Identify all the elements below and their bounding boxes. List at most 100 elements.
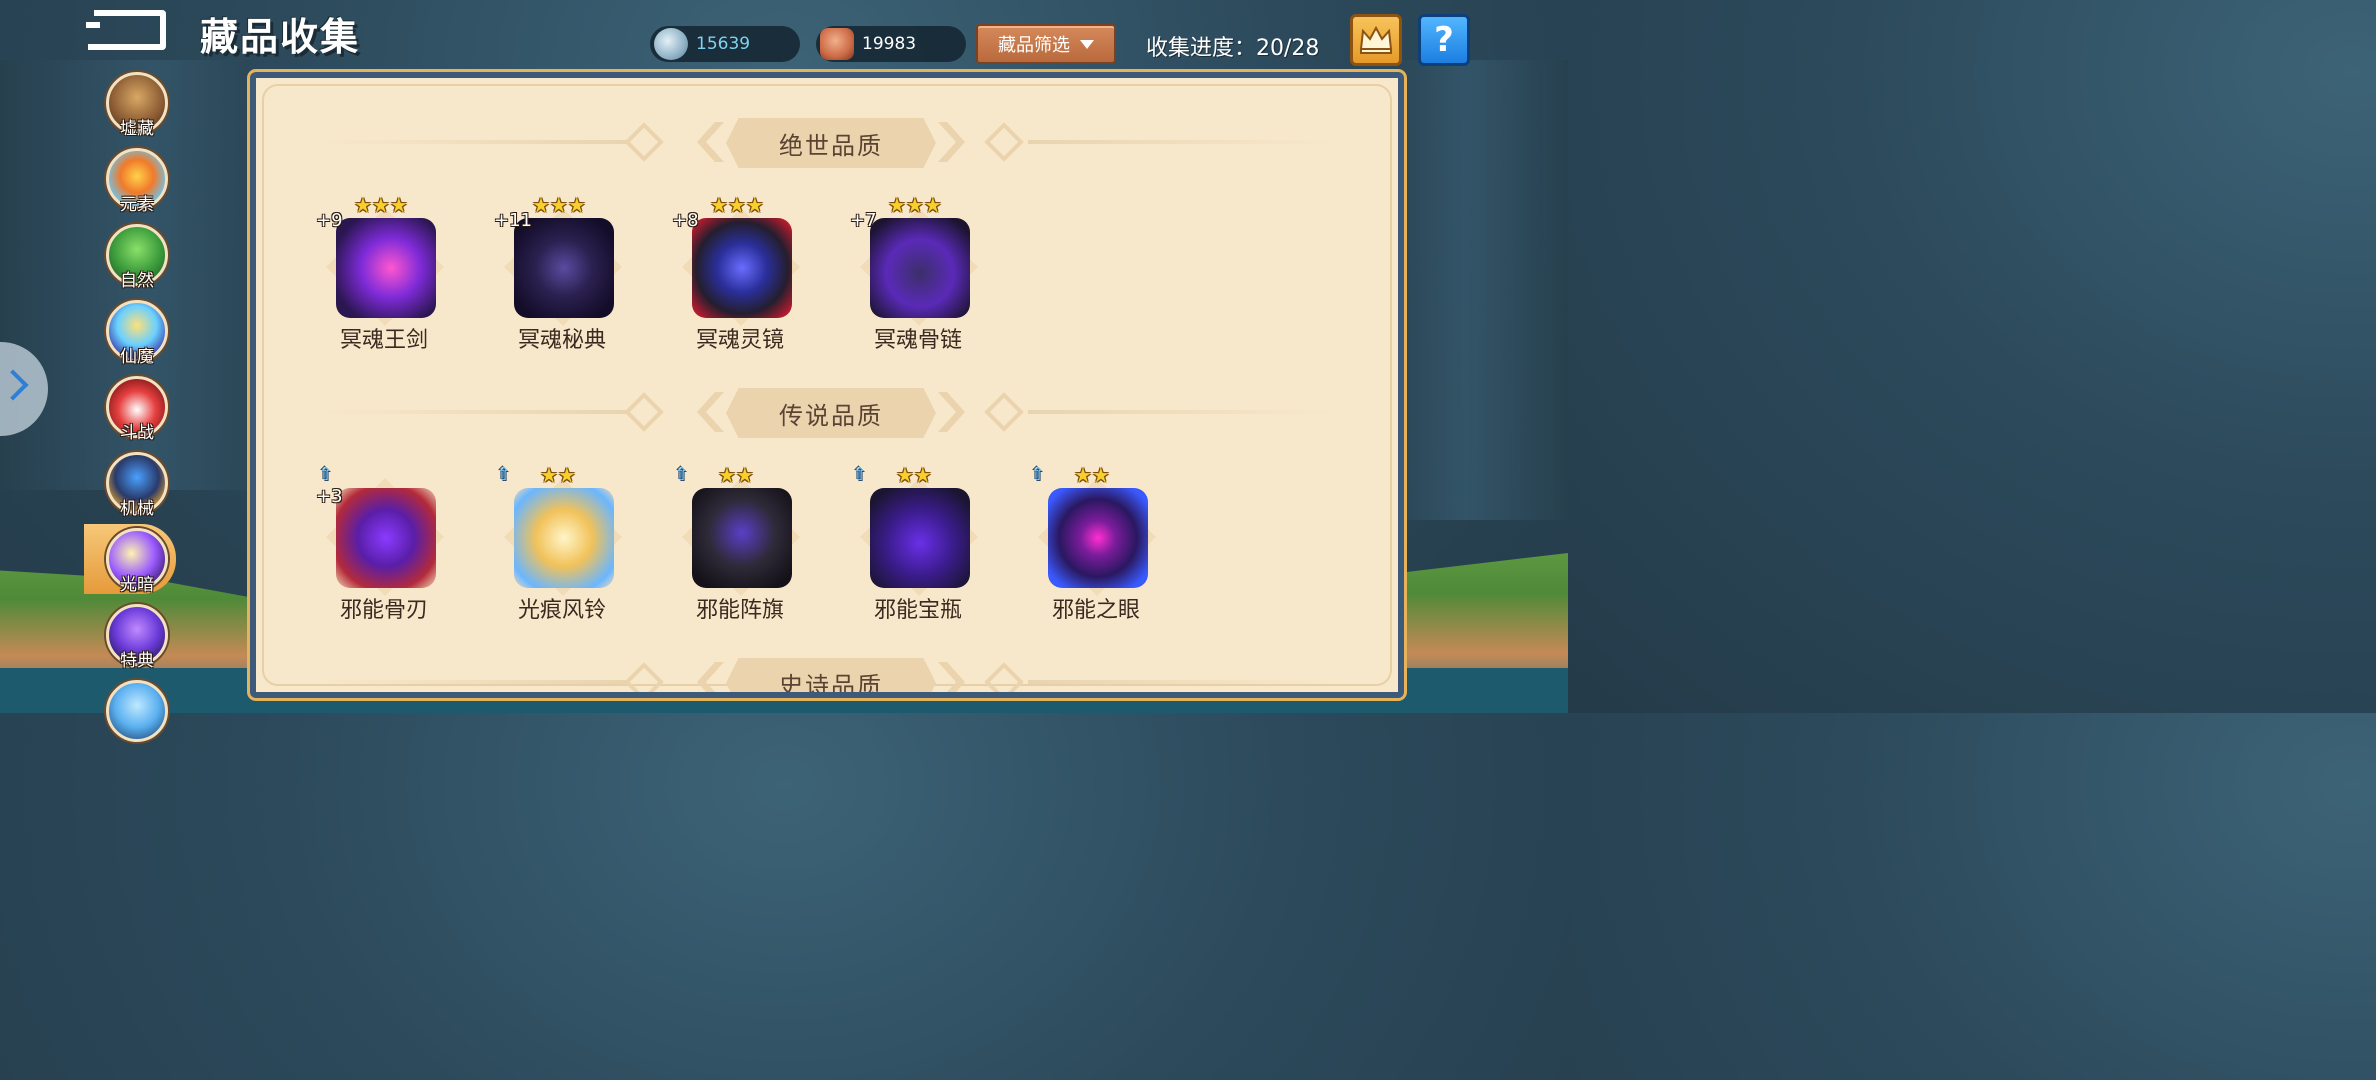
- gem-currency-value: 19983: [862, 34, 917, 54]
- category-tab-immortal-demon[interactable]: 仙魔: [106, 300, 168, 367]
- banner-icon: [692, 488, 792, 588]
- collection-item[interactable]: ⇧ +3 邪能骨刃: [314, 464, 454, 624]
- collection-item[interactable]: ⇧ ★★ 邪能宝瓶: [848, 464, 988, 624]
- star-rating: ★★: [1074, 463, 1110, 487]
- category-tab-mecha[interactable]: 机械: [106, 452, 168, 519]
- evil-eye-icon: [1048, 488, 1148, 588]
- mirror-icon: [692, 218, 792, 318]
- red-gem-icon: [820, 28, 854, 60]
- star-rating: ★★★: [354, 193, 408, 217]
- section-title: 史诗品质: [726, 658, 936, 692]
- item-name: 冥魂灵镜: [695, 328, 784, 353]
- category-label: 机械: [120, 499, 154, 519]
- chevron-left-ornament: [697, 392, 724, 432]
- item-level: +11: [494, 210, 532, 231]
- collection-filter-dropdown[interactable]: 藏品筛选: [976, 24, 1116, 64]
- category-label: 自然: [120, 271, 154, 291]
- item-level: +8: [672, 210, 699, 231]
- category-tab-special[interactable]: 特典: [106, 604, 168, 671]
- potion-icon: [106, 680, 168, 742]
- upgrade-arrow-icon: ⇧: [496, 464, 512, 485]
- section-header-legendary: 传说品质: [256, 384, 1398, 440]
- collection-panel[interactable]: 绝世品质 ★★★ +9 冥魂王剑 ★★★ +11 冥魂秘典 ★★★ +8 冥魂灵…: [247, 69, 1407, 701]
- star-rating: ★★: [540, 463, 576, 487]
- item-name: 邪能宝瓶: [873, 598, 962, 623]
- divider-line: [316, 140, 626, 144]
- chevron-down-icon: [1080, 39, 1094, 49]
- collection-item[interactable]: ★★★ +7 冥魂骨链: [848, 194, 988, 354]
- item-level: +9: [316, 210, 343, 231]
- bone-blade-icon: [336, 488, 436, 588]
- upgrade-arrow-icon: ⇧: [318, 464, 334, 485]
- wind-bell-icon: [514, 488, 614, 588]
- silver-currency-value: 15639: [696, 34, 751, 54]
- item-name: 邪能骨刃: [339, 598, 428, 623]
- page-title: 藏品收集: [200, 15, 361, 59]
- diamond-ornament: [624, 122, 664, 162]
- item-name: 邪能之眼: [1051, 598, 1140, 623]
- section-header-peerless: 绝世品质: [256, 114, 1398, 170]
- star-rating: ★★: [896, 463, 932, 487]
- chevron-right-ornament: [938, 662, 965, 692]
- section-title: 传说品质: [726, 388, 936, 438]
- back-button[interactable]: [86, 10, 166, 50]
- filter-label: 藏品筛选: [998, 35, 1070, 56]
- divider-line: [1028, 410, 1338, 414]
- divider-line: [316, 410, 626, 414]
- category-tab-ruins[interactable]: 墟藏: [106, 72, 168, 139]
- background-cliff-right: [1398, 60, 1568, 520]
- diamond-ornament: [984, 122, 1024, 162]
- item-level: +7: [850, 210, 877, 231]
- chevron-right-ornament: [938, 122, 965, 162]
- chevron-right-ornament: [938, 392, 965, 432]
- collection-item[interactable]: ★★★ +8 冥魂灵镜: [670, 194, 810, 354]
- diamond-ornament: [984, 392, 1024, 432]
- divider-line: [316, 680, 626, 684]
- category-label: 特典: [120, 651, 154, 671]
- collection-item[interactable]: ⇧ ★★ 光痕风铃: [492, 464, 632, 624]
- gem-currency-display: 19983: [816, 26, 966, 62]
- collection-item[interactable]: ⇧ ★★ 邪能之眼: [1026, 464, 1166, 624]
- category-label: 斗战: [120, 423, 154, 443]
- crown-button[interactable]: [1350, 14, 1402, 66]
- tome-icon: [514, 218, 614, 318]
- diamond-ornament: [624, 662, 664, 692]
- help-button[interactable]: ?: [1418, 14, 1470, 66]
- category-label: 墟藏: [120, 119, 154, 139]
- category-label: 仙魔: [120, 347, 154, 367]
- star-rating: ★★★: [888, 193, 942, 217]
- divider-line: [1028, 680, 1338, 684]
- category-label: 光暗: [120, 575, 154, 595]
- collection-item[interactable]: ⇧ ★★ 邪能阵旗: [670, 464, 810, 624]
- silver-currency-display: 15639: [650, 26, 800, 62]
- item-level: +3: [316, 486, 343, 507]
- category-tab-element[interactable]: 元素: [106, 148, 168, 215]
- chevron-right-icon: [0, 369, 29, 401]
- star-rating: ★★: [718, 463, 754, 487]
- vase-icon: [870, 488, 970, 588]
- item-name: 冥魂骨链: [873, 328, 962, 353]
- item-name: 光痕风铃: [517, 598, 606, 623]
- section-header-epic: 史诗品质: [256, 654, 1398, 692]
- skull-chain-icon: [870, 218, 970, 318]
- chevron-left-ornament: [697, 662, 724, 692]
- section-title: 绝世品质: [726, 118, 936, 168]
- star-rating: ★★★: [710, 193, 764, 217]
- collection-item[interactable]: ★★★ +9 冥魂王剑: [314, 194, 454, 354]
- item-name: 冥魂秘典: [517, 328, 606, 353]
- diamond-ornament: [984, 662, 1024, 692]
- item-name: 冥魂王剑: [339, 328, 428, 353]
- item-name: 邪能阵旗: [695, 598, 784, 623]
- category-label: 元素: [120, 195, 154, 215]
- collection-progress: 收集进度：20/28: [1146, 36, 1320, 61]
- category-tab-more[interactable]: [106, 680, 168, 746]
- crown-icon: [1359, 25, 1393, 54]
- sword-icon: [336, 218, 436, 318]
- star-rating: ★★★: [532, 193, 586, 217]
- category-tab-battle[interactable]: 斗战: [106, 376, 168, 443]
- category-tab-light-dark[interactable]: 光暗: [106, 528, 168, 595]
- upgrade-arrow-icon: ⇧: [852, 464, 868, 485]
- category-tab-nature[interactable]: 自然: [106, 224, 168, 291]
- collection-item[interactable]: ★★★ +11 冥魂秘典: [492, 194, 632, 354]
- upgrade-arrow-icon: ⇧: [1030, 464, 1046, 485]
